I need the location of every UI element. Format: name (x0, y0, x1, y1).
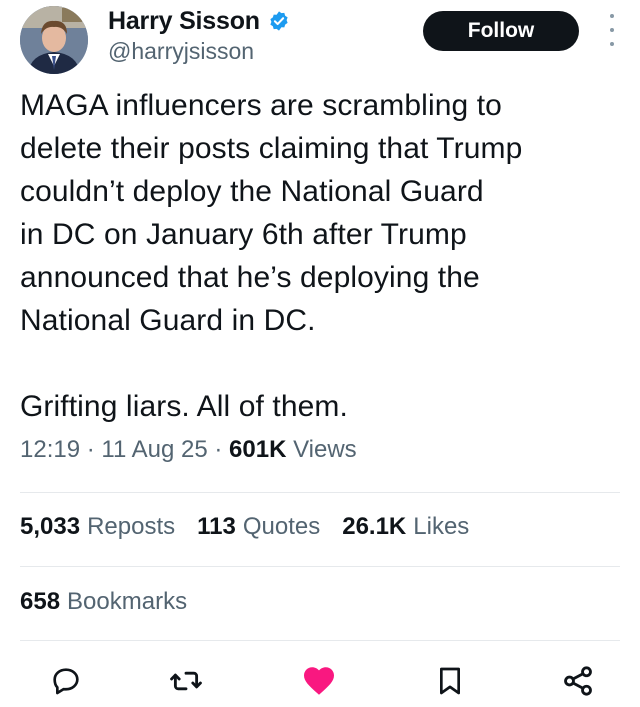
share-button[interactable] (558, 661, 598, 701)
author-name[interactable]: Harry Sisson (108, 7, 260, 36)
repost-button[interactable] (166, 661, 206, 701)
reply-button[interactable] (46, 661, 86, 701)
bookmark-button[interactable] (430, 661, 470, 701)
author-block: Harry Sisson @harryjsisson (108, 6, 290, 65)
bookmarks-count: 658 (20, 588, 61, 615)
author-handle[interactable]: @harryjsisson (108, 38, 290, 65)
engagement-stats: 5,033 Reposts 113 Quotes 26.1K Likes (20, 513, 469, 541)
follow-button[interactable]: Follow (423, 11, 579, 51)
divider (20, 492, 620, 493)
tweet-time[interactable]: 12:19 (20, 436, 80, 463)
repost-icon (170, 671, 202, 691)
like-button[interactable] (299, 661, 339, 701)
quotes-label: Quotes (242, 513, 321, 540)
quotes-stat[interactable]: 113 Quotes (197, 513, 320, 541)
tweet-text: MAGA influencers are scrambling to delet… (20, 89, 523, 423)
avatar[interactable] (20, 6, 88, 74)
bookmark-icon (440, 667, 460, 695)
quotes-count: 113 (197, 513, 236, 540)
like-icon-filled (304, 667, 334, 695)
meta-separator: · (207, 436, 230, 463)
likes-label: Likes (413, 513, 470, 540)
action-bar (20, 661, 620, 701)
divider (20, 566, 620, 567)
tweet-header: Harry Sisson @harryjsisson Follow (20, 6, 620, 74)
reposts-stat[interactable]: 5,033 Reposts (20, 513, 175, 541)
avatar-image (20, 6, 88, 74)
bookmarks-stat[interactable]: 658 Bookmarks (20, 588, 187, 616)
divider (20, 640, 620, 641)
views-label: Views (293, 436, 357, 463)
reply-icon (53, 668, 79, 695)
more-options-icon[interactable] (604, 14, 620, 46)
likes-stat[interactable]: 26.1K Likes (342, 513, 469, 541)
likes-count: 26.1K (342, 513, 407, 540)
reposts-label: Reposts (87, 513, 176, 540)
reposts-count: 5,033 (20, 513, 81, 540)
verified-badge-icon (270, 11, 288, 31)
tweet-date[interactable]: 11 Aug 25 (101, 436, 207, 463)
share-icon (564, 666, 592, 696)
meta-separator: · (80, 436, 102, 463)
views-count: 601K (229, 436, 287, 463)
bookmarks-label: Bookmarks (67, 588, 188, 615)
tweet-meta: 12:19 · 11 Aug 25 · 601K Views (20, 436, 357, 464)
